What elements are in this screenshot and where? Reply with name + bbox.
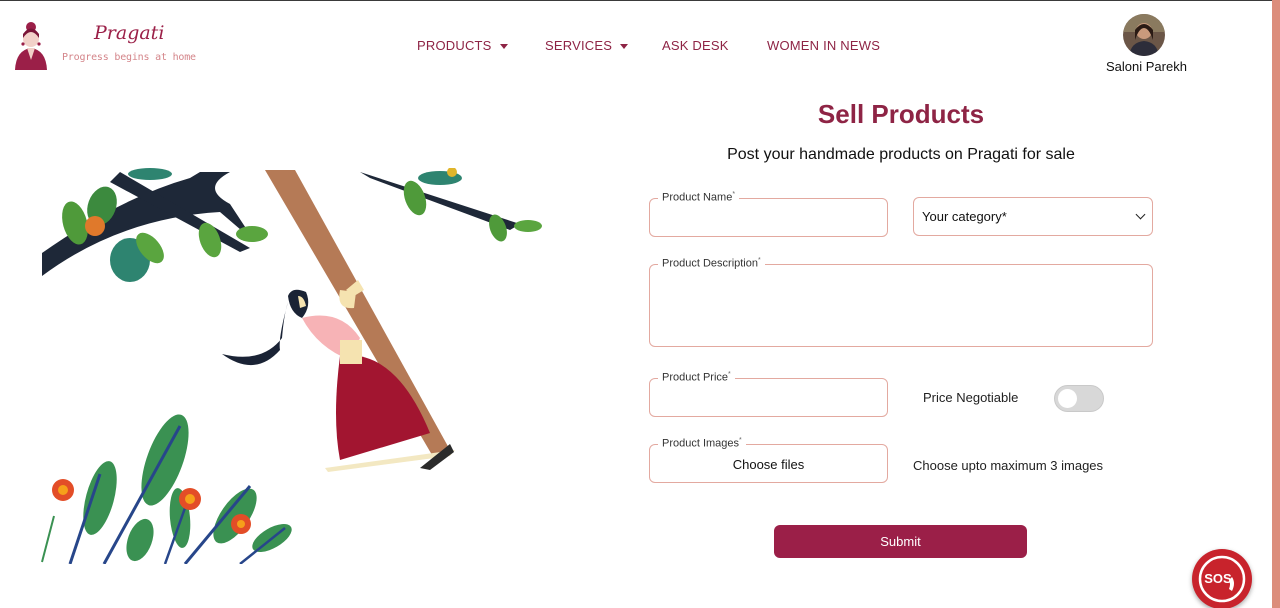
price-negotiable-label: Price Negotiable <box>923 390 1019 405</box>
product-price-label: Product Price* <box>658 371 735 384</box>
submit-button[interactable]: Submit <box>774 525 1027 558</box>
sos-label: SOS <box>1204 571 1232 586</box>
nav-products-label: PRODUCTS <box>417 38 492 53</box>
page-subtitle: Post your handmade products on Pragati f… <box>727 146 1075 163</box>
product-images-label: Product Images* <box>658 437 746 450</box>
sos-phone-icon: SOS <box>1198 555 1246 603</box>
page-title: Sell Products <box>817 99 985 129</box>
nav-women-in-news-label: WOMEN IN NEWS <box>767 38 881 53</box>
product-name-field[interactable]: Product Name* <box>649 191 888 237</box>
product-images-field[interactable]: Product Images* Choose files <box>649 437 888 483</box>
images-hint: Choose upto maximum 3 images <box>913 458 1104 473</box>
user-name[interactable]: Saloni Parekh <box>1106 59 1187 74</box>
nav-women-in-news[interactable]: WOMEN IN NEWS <box>767 38 880 53</box>
toggle-knob <box>1058 389 1077 408</box>
category-select-value: Your category* <box>922 209 1007 224</box>
caret-down-icon <box>620 43 629 49</box>
nav-services[interactable]: SERVICES <box>545 38 629 53</box>
sos-button[interactable]: SOS <box>1192 549 1252 608</box>
product-description-label: Product Description* <box>658 257 765 270</box>
nav-ask-desk[interactable]: ASK DESK <box>662 38 729 53</box>
swing-illustration <box>41 168 542 564</box>
product-description-field[interactable]: Product Description* <box>649 257 1153 347</box>
nav-services-label: SERVICES <box>545 38 613 53</box>
brand-name[interactable]: Pragati <box>94 22 164 44</box>
caret-down-icon <box>499 43 508 49</box>
nav-ask-desk-label: ASK DESK <box>662 38 729 53</box>
brand-tagline: Progress begins at home <box>62 52 196 63</box>
chevron-down-icon <box>1135 209 1146 220</box>
category-select[interactable]: Your category* <box>913 197 1153 236</box>
logo-icon[interactable] <box>12 20 50 70</box>
scrollbar[interactable] <box>1272 0 1280 608</box>
price-negotiable-toggle[interactable] <box>1054 385 1104 412</box>
window-top-border <box>0 0 1280 1</box>
choose-files-button[interactable]: Choose files <box>650 457 887 472</box>
avatar[interactable] <box>1123 14 1165 56</box>
product-price-field[interactable]: Product Price* <box>649 371 888 417</box>
product-name-label: Product Name* <box>658 191 740 204</box>
nav-products[interactable]: PRODUCTS <box>417 38 508 53</box>
